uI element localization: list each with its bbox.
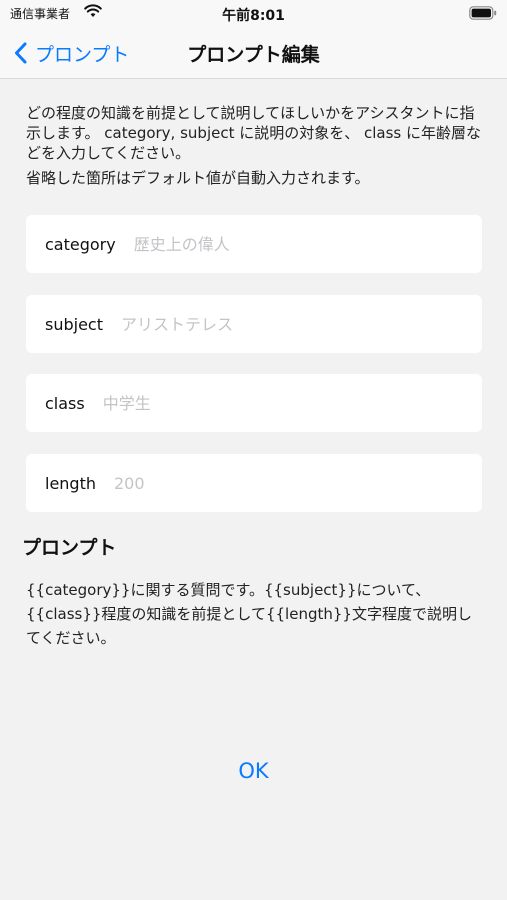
prompt-template-text: {{category}}に関する質問です。{{subject}}について、{{c… [26, 581, 472, 647]
battery-icon [469, 6, 497, 24]
subject-field-card: subject [26, 295, 482, 353]
class-label: class [45, 393, 85, 413]
category-field-card: category [26, 215, 482, 273]
ok-button[interactable]: OK [0, 759, 507, 783]
class-field-card: class [26, 374, 482, 432]
status-bar: 通信事業者 午前8:01 [0, 0, 507, 28]
navigation-bar: プロンプト プロンプト編集 [0, 28, 507, 79]
length-input[interactable] [114, 473, 414, 493]
page-title: プロンプト編集 [187, 44, 320, 66]
category-label: category [45, 234, 116, 254]
subject-input[interactable] [121, 314, 421, 334]
description-text: どの程度の知識を前提として説明してほしいかをアシスタントに指示します。 cate… [26, 104, 482, 162]
subject-label: subject [45, 314, 103, 334]
status-time: 午前8:01 [222, 8, 285, 24]
length-field-card: length [26, 454, 482, 512]
category-input[interactable] [133, 234, 434, 254]
length-label: length [45, 473, 96, 493]
description-note: 省略した箇所はデフォルト値が自動入力されます。 [26, 169, 370, 187]
class-input[interactable] [102, 393, 403, 413]
prompt-section-heading: プロンプト [22, 537, 117, 559]
description: どの程度の知識を前提として説明してほしいかをアシスタントに指示します。 cate… [26, 103, 486, 188]
